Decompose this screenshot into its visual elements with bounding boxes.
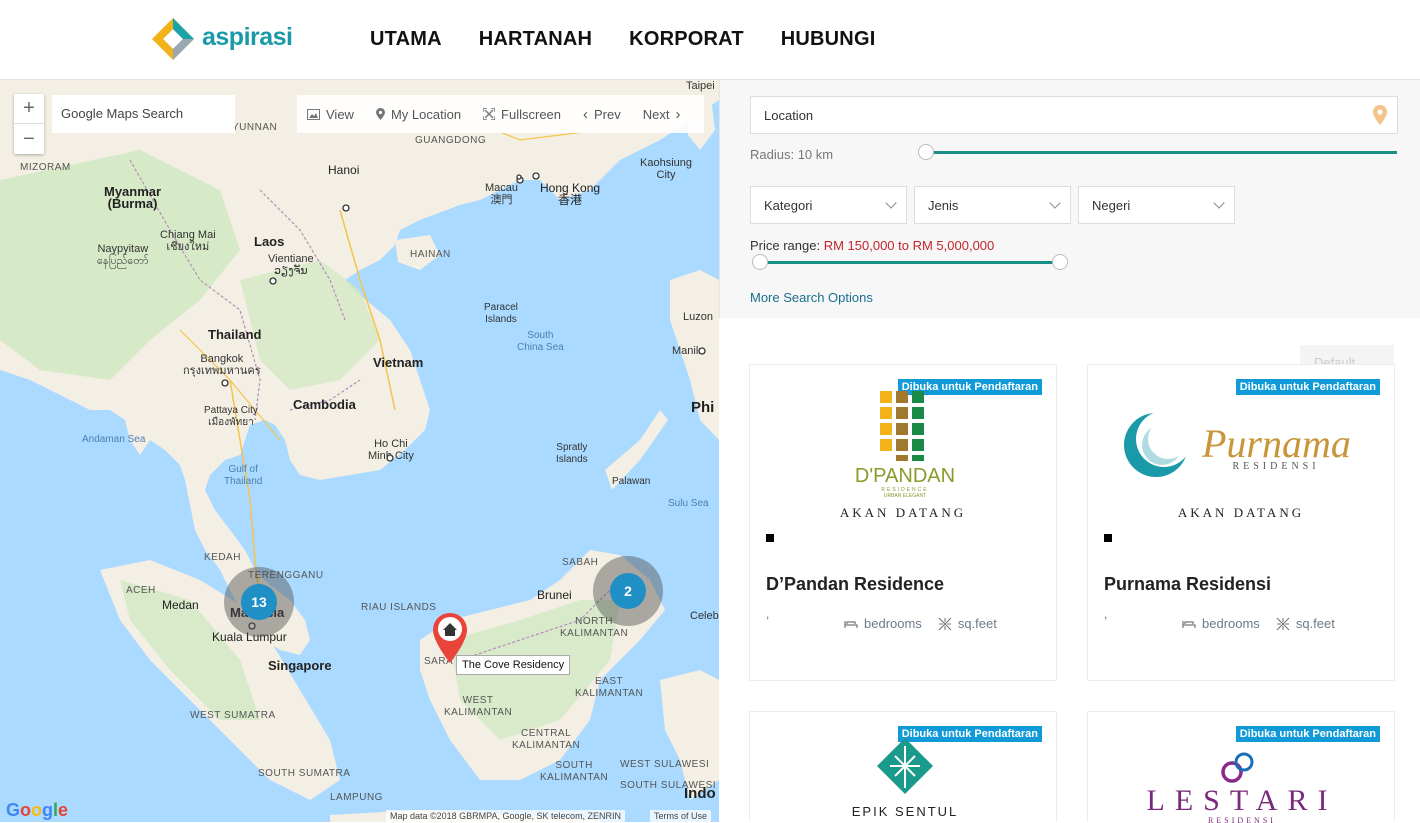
my-location-label: My Location <box>390 106 462 122</box>
google-logo: Google <box>6 800 69 820</box>
radius-slider[interactable] <box>925 151 1397 154</box>
location-pin-icon <box>375 108 385 120</box>
status-badge: Dibuka untuk Pendaftaran <box>1235 379 1380 395</box>
svg-text:RESIDENSI: RESIDENSI <box>1232 461 1319 472</box>
bedrooms-label: bedrooms <box>1202 616 1260 631</box>
site-header: aspirasi UTAMA HARTANAH KORPORAT HUBUNGI <box>0 0 1420 80</box>
listing-meta: bedrooms sq.feet <box>1182 616 1335 631</box>
listing-card[interactable]: Dibuka untuk Pendaftaran D'PANDAN RESIDE… <box>749 364 1057 681</box>
svg-text:EPIK SENTUL: EPIK SENTUL <box>852 804 959 819</box>
listing-meta: bedrooms sq.feet <box>844 616 997 631</box>
listing-title[interactable]: Purnama Residensi <box>1104 574 1271 595</box>
bed-icon <box>844 620 858 628</box>
zoom-control: + − <box>14 94 44 154</box>
more-search-options-link[interactable]: More Search Options <box>750 290 873 305</box>
area-icon <box>938 617 952 630</box>
sqfeet-label: sq.feet <box>957 616 997 631</box>
my-location-button[interactable]: My Location <box>375 106 462 122</box>
status-text: AKAN DATANG <box>839 505 967 520</box>
select-value: Kategori <box>764 198 813 213</box>
prev-button[interactable]: ‹ Prev <box>583 106 621 123</box>
select-value: Jenis <box>928 198 959 213</box>
sqfeet-label: sq.feet <box>1295 616 1335 631</box>
nav-korporat[interactable]: KORPORAT <box>629 28 744 51</box>
bedrooms-label: bedrooms <box>864 616 922 631</box>
marker-tooltip: The Cove Residency <box>456 655 571 675</box>
kategori-select[interactable]: Kategori <box>750 186 907 224</box>
nav-hartanah[interactable]: HARTANAH <box>479 28 592 51</box>
map-view[interactable]: Taipei Kaohsiung City Myanmar (Burma) MI… <box>0 80 719 822</box>
chevron-down-icon <box>1049 197 1061 209</box>
svg-text:LESTARI: LESTARI <box>1147 784 1338 817</box>
bullet-icon <box>1104 534 1112 542</box>
main-nav: UTAMA HARTANAH KORPORAT HUBUNGI <box>370 28 875 51</box>
view-button[interactable]: View <box>307 107 354 122</box>
terms-link[interactable]: Terms of Use <box>650 810 712 822</box>
jenis-select[interactable]: Jenis <box>914 186 1071 224</box>
bullet-icon <box>766 534 774 542</box>
epik-sentul-logo: EPIK SENTUL <box>852 738 959 819</box>
map-cluster[interactable]: 13 <box>224 567 294 637</box>
nav-hubungi[interactable]: HUBUNGI <box>781 28 876 51</box>
map-attribution: Map data ©2018 GBRMPA, Google, SK teleco… <box>386 810 626 822</box>
price-range-label: Price range: <box>750 238 821 253</box>
lestari-logo: LESTARI RESIDENSI <box>1147 752 1338 823</box>
svg-text:D'PANDAN: D'PANDAN <box>855 465 955 487</box>
radius-label: Radius: 10 km <box>750 147 834 162</box>
listing-location: , <box>1104 607 1108 621</box>
price-max-handle[interactable] <box>1052 254 1068 270</box>
image-icon <box>307 108 320 120</box>
filter-selects: Kategori Jenis Negeri <box>750 186 1235 224</box>
bed-icon <box>1182 620 1196 628</box>
listing-title[interactable]: D’Pandan Residence <box>766 574 944 595</box>
cluster-count: 13 <box>241 584 277 620</box>
fullscreen-icon <box>483 108 496 120</box>
status-text: AKAN DATANG <box>1177 505 1305 520</box>
brand-name: aspirasi <box>202 22 293 51</box>
prev-label: Prev <box>594 106 621 122</box>
radius-slider-handle[interactable] <box>918 144 934 160</box>
chevron-right-icon: › <box>675 105 681 123</box>
listing-card[interactable]: Dibuka untuk Pendaftaran Purnama RESIDEN… <box>1087 364 1395 681</box>
map-toolbar: View My Location Fullscreen ‹ Prev Next … <box>297 95 704 133</box>
price-min-handle[interactable] <box>752 254 768 270</box>
listing-card[interactable]: Dibuka untuk Pendaftaran LESTARI RESIDEN… <box>1087 711 1395 823</box>
chevron-down-icon <box>1213 197 1225 209</box>
cluster-count: 2 <box>610 573 646 609</box>
purnama-logo: Purnama RESIDENSI <box>1124 411 1351 477</box>
brand-logo[interactable]: aspirasi <box>152 18 293 60</box>
zoom-in-button[interactable]: + <box>14 94 44 124</box>
fullscreen-button[interactable]: Fullscreen <box>483 107 561 122</box>
fullscreen-label: Fullscreen <box>501 106 562 122</box>
city-dots <box>221 172 706 630</box>
aspirasi-logo-icon <box>152 18 194 60</box>
chevron-left-icon: ‹ <box>583 105 589 123</box>
nav-utama[interactable]: UTAMA <box>370 28 442 51</box>
dpandan-logo: D'PANDAN RESIDENCE URBAN ELEGANT <box>855 391 955 497</box>
price-range-value: RM 150,000 to RM 5,000,000 <box>823 238 995 253</box>
chevron-down-icon <box>885 197 897 209</box>
map-cluster[interactable]: 2 <box>593 556 663 626</box>
location-pin-icon <box>1373 105 1387 125</box>
search-panel: Location Radius: 10 km Kategori Jenis Ne… <box>719 80 1420 318</box>
listing-card[interactable]: Dibuka untuk Pendaftaran EPIK SENTUL <box>749 711 1057 822</box>
next-label: Next <box>642 106 670 122</box>
zoom-out-button[interactable]: − <box>14 124 44 154</box>
status-badge: Dibuka untuk Pendaftaran <box>1235 726 1380 742</box>
location-placeholder: Location <box>764 108 814 123</box>
location-input[interactable]: Location <box>750 96 1398 134</box>
price-slider[interactable] <box>760 261 1060 264</box>
next-button[interactable]: Next › <box>643 106 681 123</box>
area-icon <box>1276 617 1290 630</box>
negeri-select[interactable]: Negeri <box>1078 186 1235 224</box>
map-search-input[interactable]: Google Maps Search <box>52 95 235 133</box>
view-label: View <box>326 106 354 122</box>
svg-text:Purnama: Purnama <box>1201 421 1351 466</box>
svg-text:URBAN ELEGANT: URBAN ELEGANT <box>884 493 926 497</box>
select-value: Negeri <box>1092 198 1131 213</box>
listing-location: , <box>766 607 770 621</box>
price-range: Price range: RM 150,000 to RM 5,000,000 <box>750 238 994 253</box>
